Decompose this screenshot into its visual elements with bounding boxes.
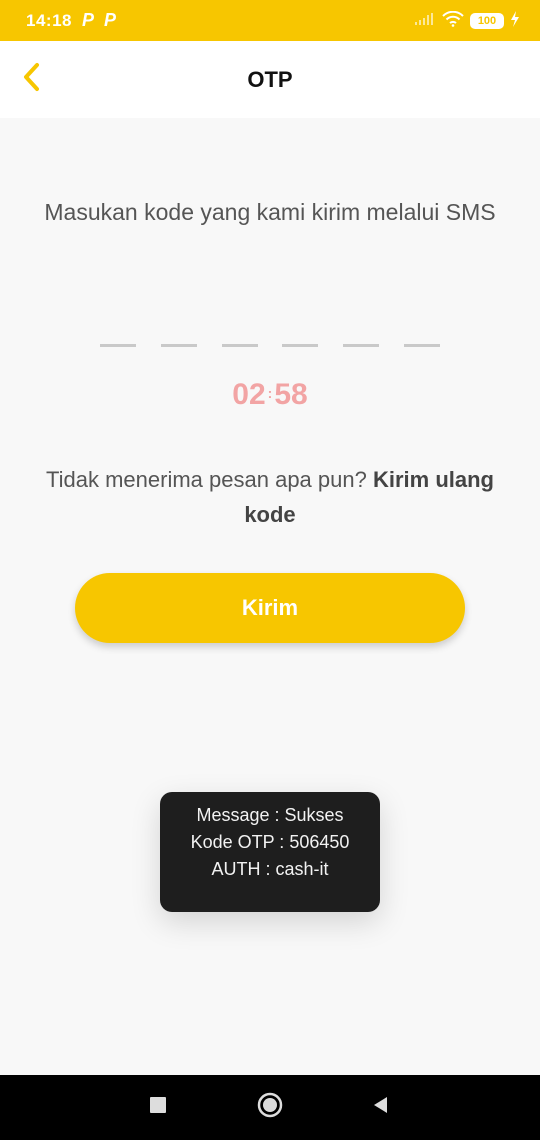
status-time: 14:18 [26, 11, 72, 30]
toast-line-message: Message : Sukses [196, 805, 344, 825]
otp-digit-input[interactable] [160, 344, 197, 347]
home-circle-icon [257, 1092, 283, 1123]
charging-icon [510, 10, 520, 32]
otp-digit-input[interactable] [343, 344, 380, 347]
notification-icon-p: P [104, 10, 117, 30]
recents-button[interactable] [128, 1075, 188, 1140]
status-bar: 14:18 P P 100 [0, 0, 540, 41]
home-button[interactable] [240, 1075, 300, 1140]
wifi-icon [442, 10, 464, 32]
otp-input-row[interactable] [100, 344, 440, 348]
resend-prefix: Tidak menerima pesan apa pun? [46, 467, 367, 492]
submit-button[interactable]: Kirim [75, 573, 465, 643]
status-right: 100 [414, 9, 520, 33]
timer-seconds: 58 [274, 378, 308, 411]
otp-instruction: Masukan kode yang kami kirim melalui SMS [44, 199, 496, 225]
square-icon [149, 1096, 167, 1119]
battery-level: 100 [477, 15, 497, 27]
app-bar: OTP [0, 41, 540, 118]
otp-digit-input[interactable] [282, 344, 319, 347]
otp-digit-input[interactable] [403, 344, 440, 347]
toast-line-otp: Kode OTP : 506450 [190, 832, 350, 852]
resend-text: Tidak menerima pesan apa pun? Kirim ulan… [40, 462, 500, 532]
notification-icon-p: P [82, 10, 95, 30]
countdown-timer: 02:58 [0, 378, 540, 412]
page-title: OTP [247, 67, 293, 92]
toast-message: Message : Sukses Kode OTP : 506450 AUTH … [160, 792, 380, 912]
triangle-back-icon [371, 1095, 389, 1120]
otp-digit-input[interactable] [221, 344, 258, 347]
back-nav-button[interactable] [350, 1075, 410, 1140]
system-nav-bar [0, 1075, 540, 1140]
otp-digit-input[interactable] [100, 344, 136, 347]
signal-icon [414, 12, 436, 31]
timer-minutes: 02 [232, 378, 266, 411]
battery-icon: 100 [470, 13, 504, 29]
toast-line-auth: AUTH : cash-it [211, 859, 329, 879]
timer-separator: : [267, 385, 273, 401]
